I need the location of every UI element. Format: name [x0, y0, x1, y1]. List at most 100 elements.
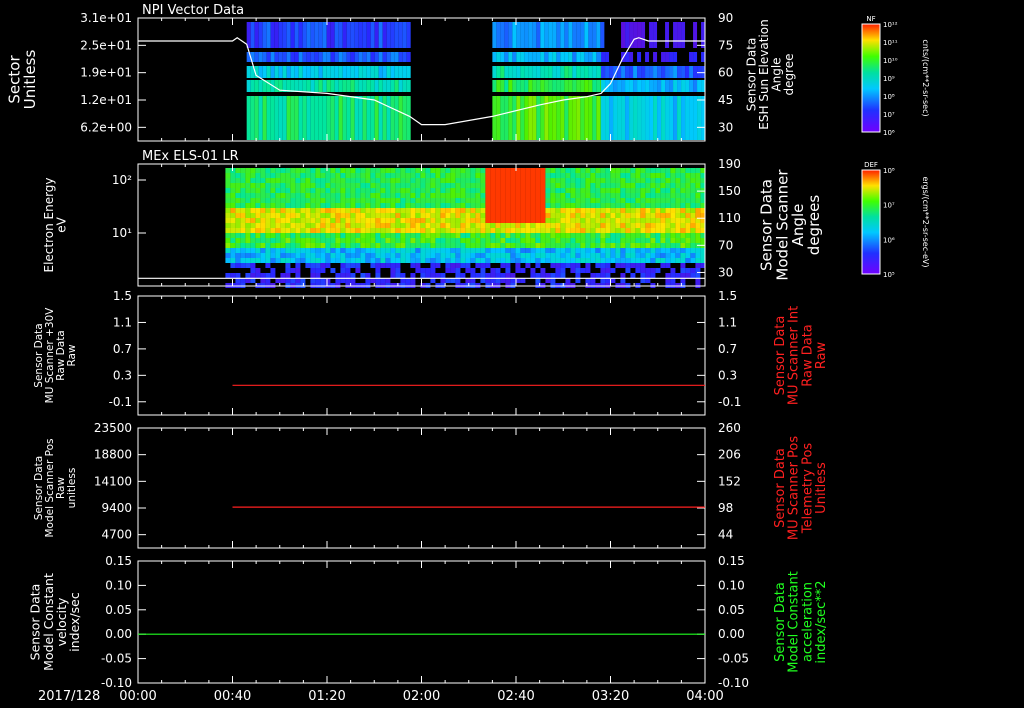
- heatmap-cell: [265, 218, 271, 223]
- heatmap-cell: [345, 168, 351, 173]
- heatmap-cell: [295, 168, 301, 173]
- heatmap-cell: [398, 66, 403, 78]
- heatmap-cell: [492, 80, 497, 92]
- heatmap-cell: [495, 203, 501, 208]
- right-tick-label: -0.1: [718, 395, 741, 409]
- heatmap-cell: [689, 66, 694, 78]
- heatmap-cell: [697, 66, 702, 78]
- heatmap-cell: [305, 238, 311, 243]
- heatmap-cell: [568, 80, 573, 92]
- heatmap-cell: [615, 253, 621, 258]
- heatmap-cell: [695, 223, 701, 228]
- heatmap-cell: [620, 188, 626, 193]
- heatmap-cell: [400, 213, 406, 218]
- heatmap-cell: [465, 248, 471, 253]
- heatmap-cell: [530, 253, 536, 258]
- heatmap-cell: [415, 188, 421, 193]
- heatmap-cell: [545, 243, 551, 248]
- heatmap-cell: [235, 273, 241, 278]
- heatmap-cell: [485, 223, 491, 228]
- heatmap-cell: [295, 218, 301, 223]
- heatmap-cell: [360, 248, 366, 253]
- heatmap-cell: [365, 248, 371, 253]
- heatmap-cell: [365, 168, 371, 173]
- heatmap-cell: [325, 198, 331, 203]
- heatmap-cell: [520, 208, 526, 213]
- heatmap-cell: [685, 233, 691, 238]
- y-tick-label: 1.5: [113, 289, 132, 303]
- heatmap-cell: [588, 52, 593, 62]
- heatmap-cell: [460, 223, 466, 228]
- right-tick-label: 30: [718, 120, 733, 134]
- heatmap-cell: [378, 52, 383, 62]
- heatmap-cell: [520, 218, 526, 223]
- y-tick-label: 0.3: [113, 368, 132, 382]
- heatmap-cell: [525, 253, 531, 258]
- right-tick-label: 30: [718, 265, 733, 279]
- heatmap-cell: [330, 223, 336, 228]
- heatmap-cell: [390, 66, 395, 78]
- heatmap-cell: [693, 52, 698, 62]
- heatmap-cell: [385, 213, 391, 218]
- heatmap-cell: [637, 66, 642, 78]
- heatmap-cell: [305, 198, 311, 203]
- heatmap-cell: [415, 258, 421, 263]
- heatmap-cell: [355, 233, 361, 238]
- heatmap-cell: [520, 243, 526, 248]
- heatmap-cell: [500, 218, 506, 223]
- heatmap-cell: [645, 228, 651, 233]
- heatmap-cell: [540, 253, 546, 258]
- heatmap-cell: [661, 52, 666, 62]
- heatmap-cell: [485, 193, 491, 198]
- heatmap-cell: [635, 213, 641, 218]
- heatmap-cell: [250, 253, 256, 258]
- heatmap-cell: [620, 233, 626, 238]
- heatmap-cell: [620, 258, 626, 263]
- heatmap-cell: [445, 168, 451, 173]
- heatmap-cell: [555, 273, 561, 278]
- right-axis-label: Sensor DataMU Scanner PosTelemetry PosUn…: [773, 436, 829, 541]
- heatmap-cell: [330, 228, 336, 233]
- heatmap-cell: [262, 96, 267, 140]
- heatmap-cell: [440, 223, 446, 228]
- heatmap-cell: [445, 198, 451, 203]
- heatmap-cell: [550, 243, 556, 248]
- heatmap-cell: [380, 188, 386, 193]
- heatmap-cell: [570, 258, 576, 263]
- heatmap-cell: [550, 168, 556, 173]
- heatmap-cell: [470, 198, 476, 203]
- heatmap-cell: [625, 213, 631, 218]
- heatmap-cell: [450, 223, 456, 228]
- heatmap-cell: [535, 213, 541, 218]
- heatmap-cell: [290, 258, 296, 263]
- heatmap-cell: [270, 22, 275, 48]
- heatmap-cell: [580, 203, 586, 208]
- heatmap-cell: [540, 52, 545, 62]
- right-tick-label: 90: [718, 11, 733, 25]
- heatmap-cell: [315, 198, 321, 203]
- heatmap-cell: [588, 96, 593, 140]
- heatmap-cell: [385, 168, 391, 173]
- x-tick-label: 03:20: [592, 689, 629, 704]
- heatmap-cell: [390, 178, 396, 183]
- heatmap-cell: [286, 66, 291, 78]
- heatmap-cell: [260, 233, 266, 238]
- heatmap-cell: [415, 203, 421, 208]
- heatmap-cell: [320, 253, 326, 258]
- heatmap-cell: [580, 52, 585, 62]
- heatmap-cell: [590, 228, 596, 233]
- heatmap-cell: [545, 203, 551, 208]
- heatmap-cell: [255, 178, 261, 183]
- heatmap-cell: [354, 52, 359, 62]
- right-tick-label: 152: [718, 474, 741, 488]
- heatmap-cell: [620, 273, 626, 278]
- heatmap-cell: [375, 208, 381, 213]
- heatmap-cell: [346, 22, 351, 48]
- heatmap-cell: [545, 198, 551, 203]
- heatmap-cell: [645, 198, 651, 203]
- heatmap-cell: [657, 80, 662, 92]
- heatmap-cell: [525, 183, 531, 188]
- heatmap-cell: [564, 52, 569, 62]
- y-tick-label: 0.10: [105, 578, 132, 592]
- heatmap-cell: [285, 223, 291, 228]
